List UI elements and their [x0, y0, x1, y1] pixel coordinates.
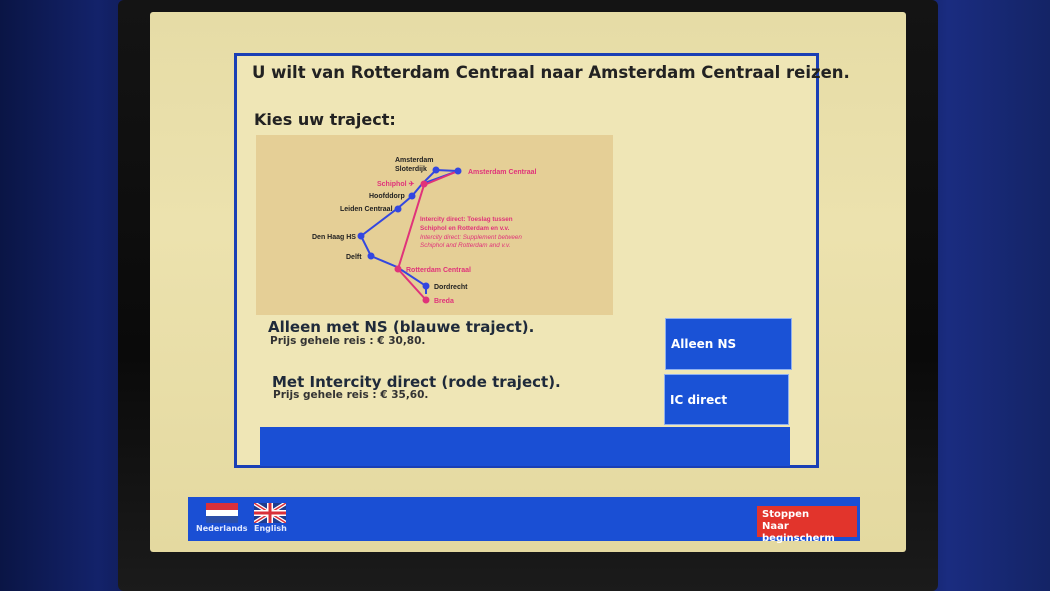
option-ic-price: Prijs gehele reis : € 35,60.: [273, 389, 429, 401]
label-sloterdijk-1: Amsterdam: [395, 157, 434, 164]
label-schiphol: Schiphol ✈: [377, 180, 415, 188]
back-to-start-label: Naar beginscherm: [762, 521, 835, 544]
station-dot-rotterdam: [394, 265, 402, 273]
station-dot-dordrecht: [422, 282, 430, 290]
note-en-line1: Intercity direct: Supplement between: [420, 234, 522, 241]
station-dot-delft: [367, 252, 375, 260]
label-breda: Breda: [434, 298, 454, 305]
label-den-haag: Den Haag HS: [312, 234, 356, 241]
language-nl-label: Nederlands: [196, 524, 248, 533]
label-leiden: Leiden Centraal: [340, 206, 393, 213]
note-nl-line1: Intercity direct: Toeslag tussen: [420, 216, 513, 223]
language-nl-button[interactable]: Nederlands: [196, 503, 248, 533]
label-dordrecht: Dordrecht: [434, 284, 468, 291]
note-nl-line2: Schiphol en Rotterdam en v.v.: [420, 225, 510, 232]
station-dot-schiphol: [420, 180, 428, 188]
label-delft: Delft: [346, 254, 362, 261]
station-dot-sloterdijk: [432, 166, 440, 174]
option-ns-title: Alleen met NS (blauwe traject).: [268, 318, 535, 336]
stop-label: Stoppen: [762, 509, 810, 520]
journey-question: U wilt van Rotterdam Centraal naar Amste…: [252, 63, 850, 82]
station-dot-breda: [422, 296, 430, 304]
alleen-ns-button[interactable]: Alleen NS: [665, 318, 792, 370]
language-en-label: English: [254, 524, 287, 533]
station-dot-leiden: [394, 205, 402, 213]
choose-route-heading: Kies uw traject:: [254, 110, 396, 129]
label-hoofddorp: Hoofddorp: [369, 193, 405, 200]
station-dot-hoofddorp: [408, 192, 416, 200]
label-sloterdijk-2: Sloterdijk: [395, 166, 427, 173]
route-map: Amsterdam Sloterdijk Amsterdam Centraal …: [256, 135, 613, 315]
dutch-flag-icon: [205, 503, 238, 523]
option-ns-price: Prijs gehele reis : € 30,80.: [270, 335, 426, 347]
label-rotterdam: Rotterdam Centraal: [406, 267, 471, 274]
station-dot-amsterdam-centraal: [454, 167, 462, 175]
note-en-line2: Schiphol and Rotterdam and v.v.: [420, 242, 510, 249]
panel-bottom-bar: [260, 427, 790, 466]
station-dot-den-haag: [357, 232, 365, 240]
label-amsterdam-centraal: Amsterdam Centraal: [468, 169, 537, 176]
uk-flag-icon: [254, 503, 287, 523]
ic-direct-button[interactable]: IC direct: [664, 374, 789, 425]
stop-button[interactable]: Stoppen Naar beginscherm: [757, 506, 857, 544]
language-en-button[interactable]: English: [254, 503, 287, 533]
route-map-svg: Amsterdam Sloterdijk Amsterdam Centraal …: [312, 157, 537, 305]
